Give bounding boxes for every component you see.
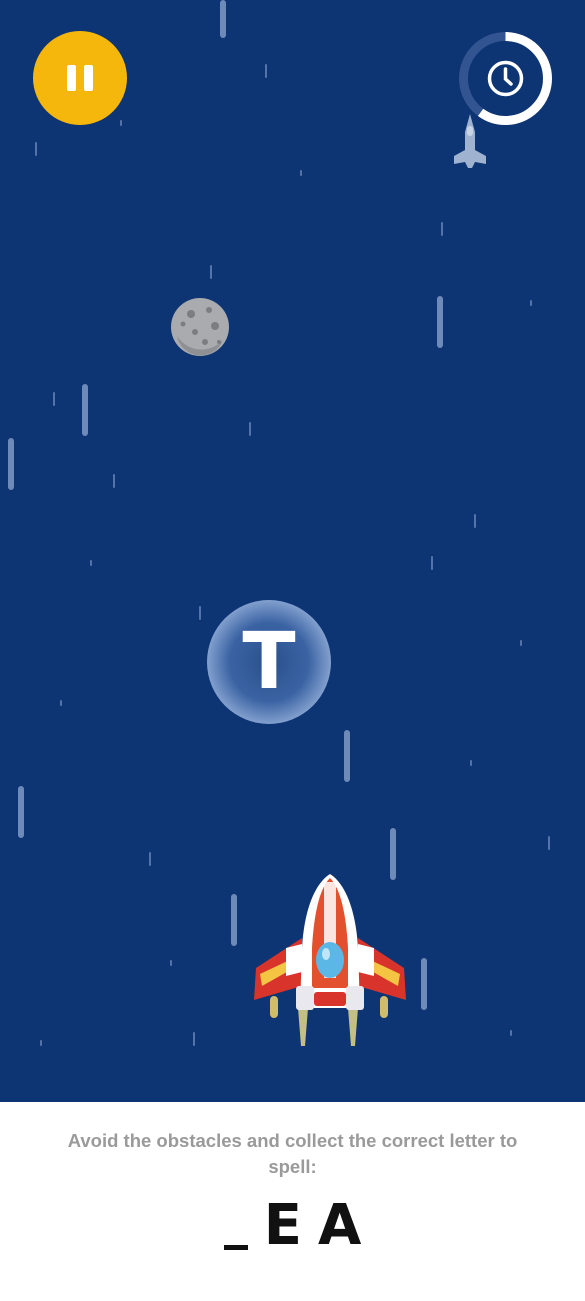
star-dot — [149, 852, 151, 866]
star-dot — [265, 64, 267, 78]
game-area[interactable]: T — [0, 0, 585, 1102]
star-streak — [437, 296, 443, 348]
pause-icon-bar-right — [84, 65, 93, 91]
star-streak — [18, 786, 24, 838]
star-streak — [220, 0, 226, 38]
missing-letter-slot — [223, 1245, 248, 1250]
star-dot — [53, 392, 55, 406]
star-dot — [199, 606, 201, 620]
star-streak — [421, 958, 427, 1010]
letter-bubble: T — [207, 600, 331, 724]
star-dot — [90, 560, 92, 566]
instruction-text: Avoid the obstacles and collect the corr… — [67, 1130, 518, 1177]
star-streak — [8, 438, 14, 490]
pause-icon-bar-left — [67, 65, 76, 91]
bubble-letter: T — [242, 617, 296, 707]
pause-button[interactable] — [33, 31, 127, 125]
star-dot — [210, 265, 212, 279]
star-dot — [35, 142, 37, 156]
spelling-word: E A — [0, 1198, 585, 1254]
star-dot — [510, 1030, 512, 1036]
star-dot — [470, 760, 472, 766]
clock-icon — [487, 60, 524, 97]
player-spaceship[interactable] — [250, 868, 410, 1058]
star-dot — [548, 836, 550, 850]
star-dot — [431, 556, 433, 570]
star-streak — [231, 894, 237, 946]
star-dot — [40, 1040, 42, 1046]
star-dot — [249, 422, 251, 436]
star-dot — [300, 170, 302, 176]
star-streak — [344, 730, 350, 782]
star-dot — [441, 222, 443, 236]
star-streak — [82, 384, 88, 436]
word-letter-3: A — [317, 1193, 362, 1258]
star-dot — [60, 700, 62, 706]
star-dot — [530, 300, 532, 306]
star-dot — [193, 1032, 195, 1046]
timer-ring — [459, 32, 552, 125]
star-dot — [120, 120, 122, 126]
word-letter-2: E — [263, 1193, 302, 1258]
star-dot — [170, 960, 172, 966]
star-dot — [520, 640, 522, 646]
star-dot — [113, 474, 115, 488]
asteroid-obstacle — [171, 298, 229, 356]
star-dot — [474, 514, 476, 528]
